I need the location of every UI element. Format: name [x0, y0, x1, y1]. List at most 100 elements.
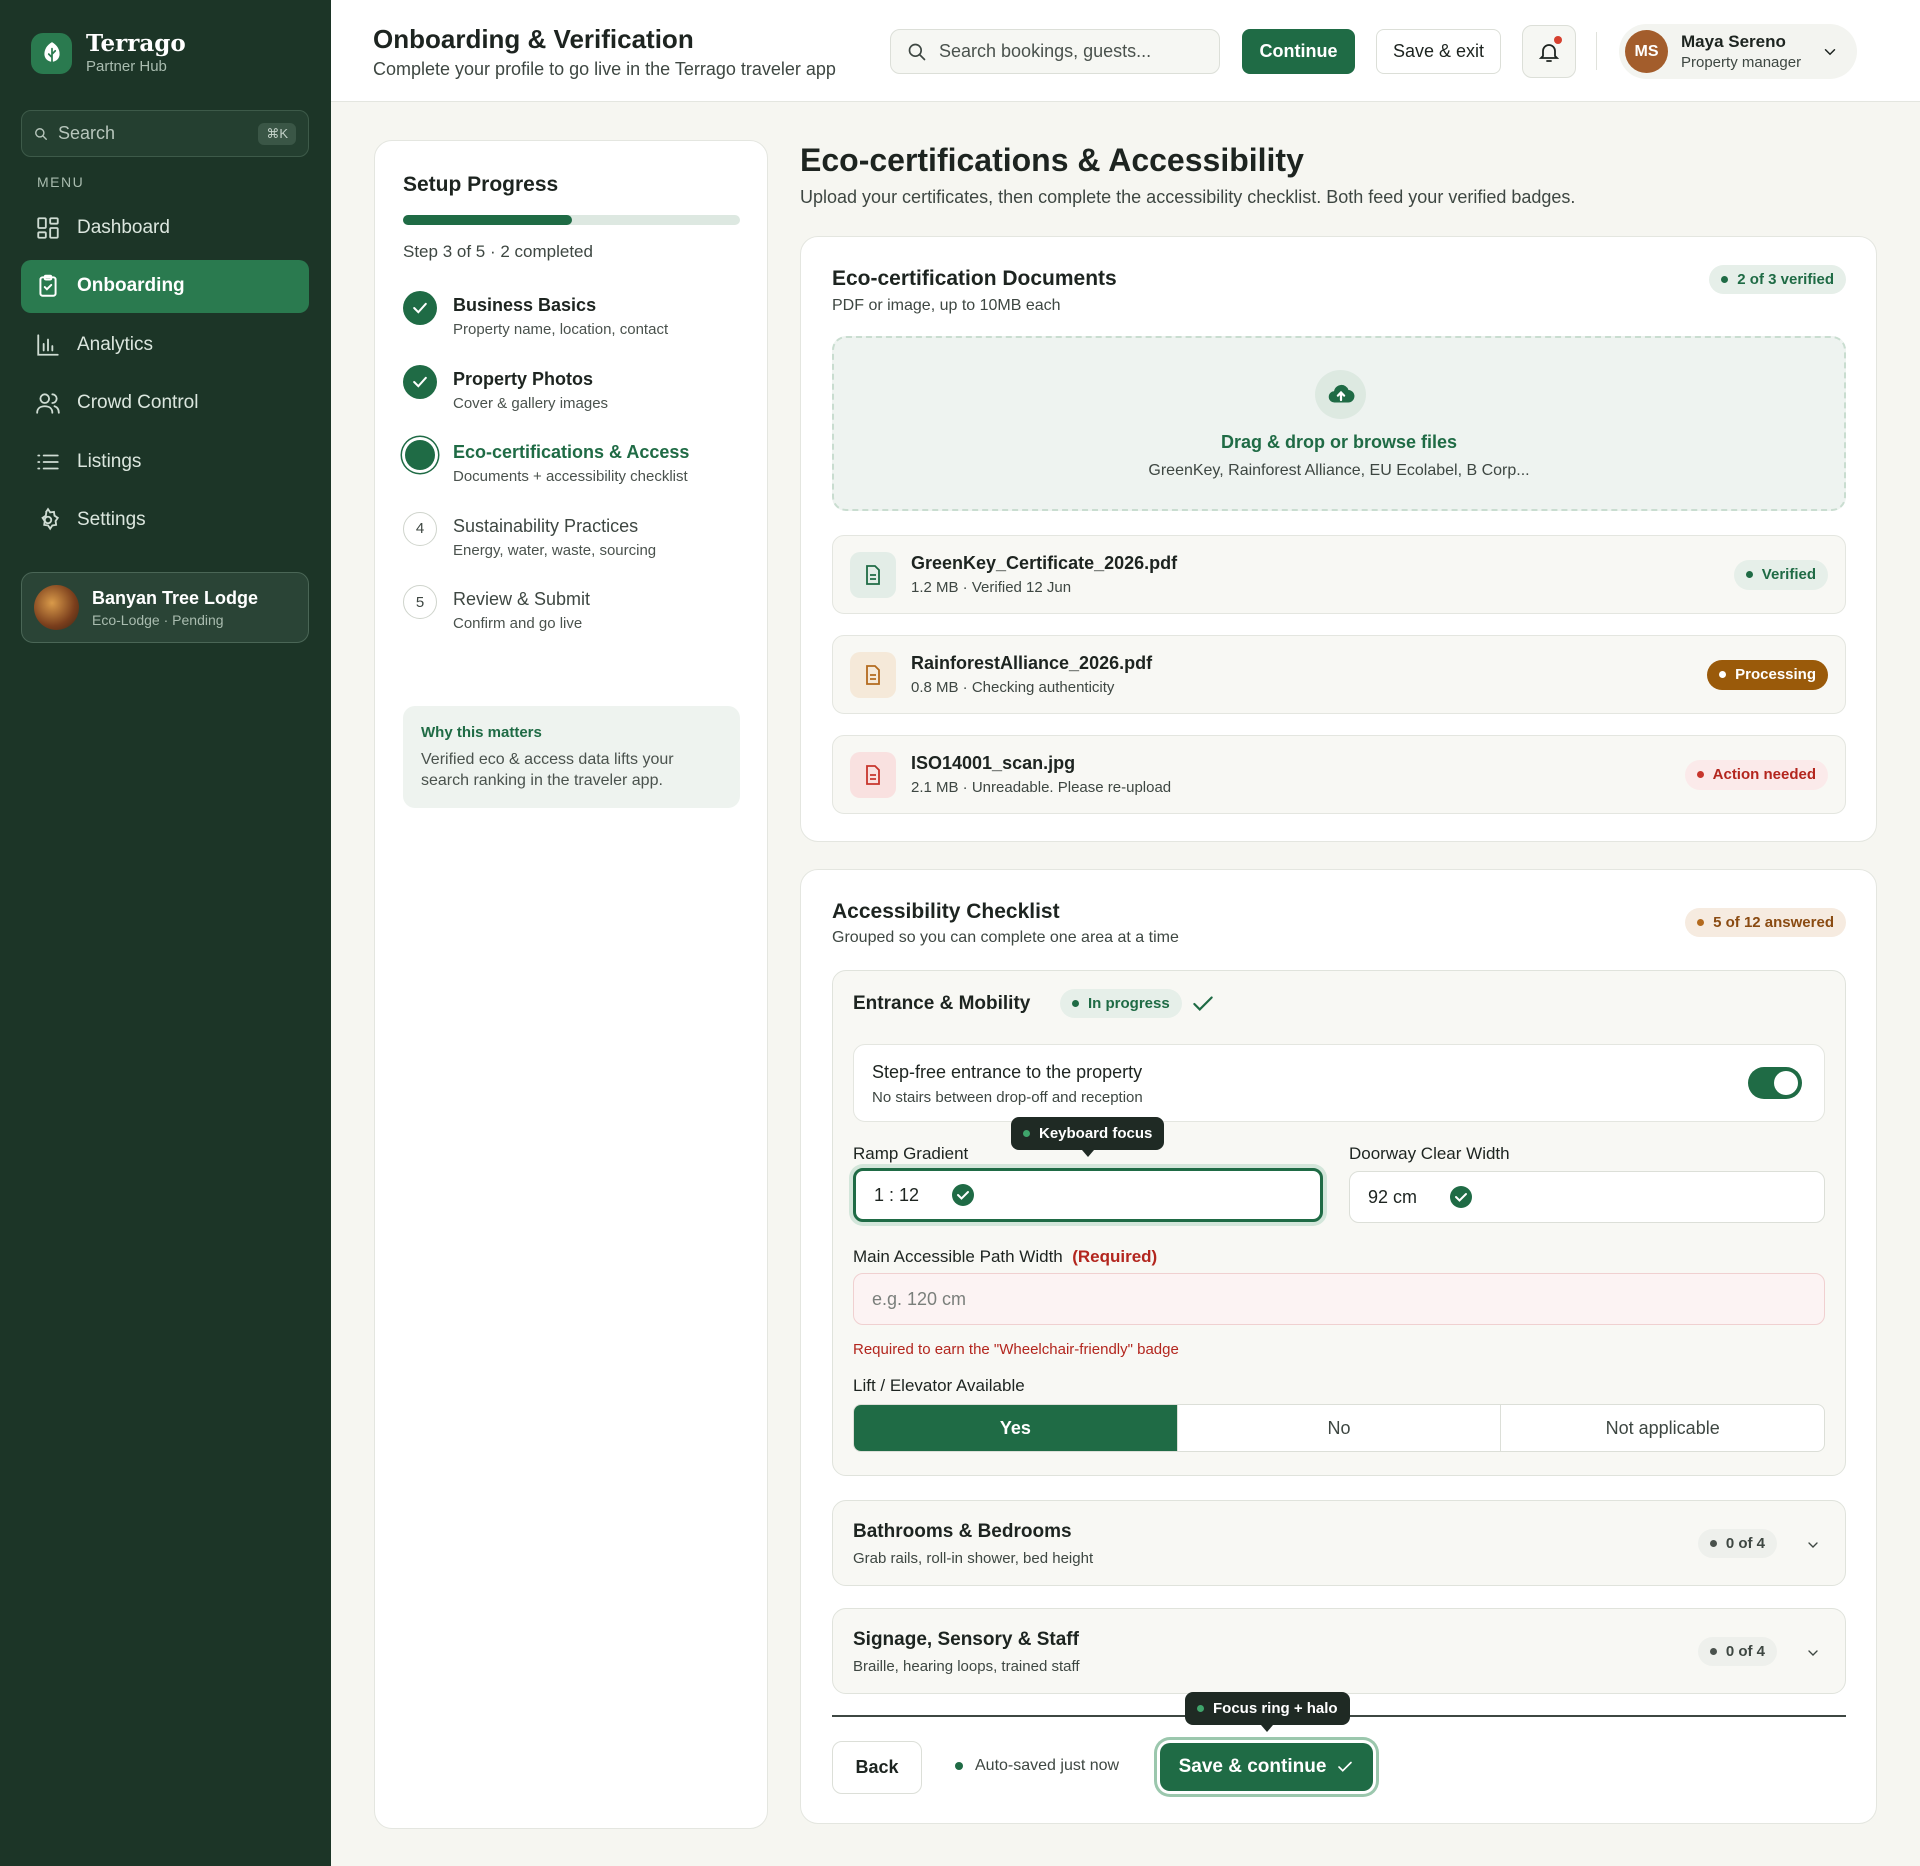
step-desc: Energy, water, waste, sourcing — [453, 541, 657, 559]
progress-step-text: Step 3 of 5 · 2 completed — [403, 242, 593, 261]
step-desc: Documents + accessibility checklist — [453, 468, 688, 485]
step-eco-certifications[interactable]: Eco-certifications & Access Documents + a… — [403, 438, 689, 512]
property-name: Banyan Tree Lodge — [92, 587, 259, 608]
progress-bar — [403, 215, 740, 225]
sidebar-item-analytics[interactable]: Analytics — [21, 318, 309, 371]
sidebar-item-settings[interactable]: Settings — [21, 494, 309, 547]
eco-documents-card: Eco-certification Documents PDF or image… — [800, 236, 1877, 842]
card-subtitle: Grouped so you can complete one area at … — [832, 929, 1179, 946]
file-row[interactable]: ISO14001_scan.jpg 2.1 MB · Unreadable. Pl… — [832, 735, 1846, 814]
autosave-text: Auto-saved just now — [975, 1757, 1120, 1774]
required-marker: (Required) — [1072, 1247, 1158, 1266]
keyboard-focus-tooltip: Keyboard focus — [1011, 1117, 1165, 1157]
path-width-label: Main Accessible Path Width (Required) — [853, 1247, 1157, 1267]
chevron-down-icon[interactable] — [1805, 1537, 1821, 1553]
sidebar-item-label: Dashboard — [77, 216, 170, 238]
continue-button[interactable]: Continue — [1242, 29, 1355, 74]
sidebar-item-dashboard[interactable]: Dashboard — [21, 201, 309, 254]
search-icon — [908, 43, 926, 60]
group-title: Bathrooms & Bedrooms — [853, 1521, 1072, 1542]
file-name: ISO14001_scan.jpg — [911, 753, 1076, 773]
brand-subtitle: Partner Hub — [86, 58, 167, 75]
lift-option-not-applicable[interactable]: Not applicable — [1500, 1405, 1824, 1451]
path-width-error: Required to earn the "Wheelchair-friendl… — [853, 1341, 1179, 1358]
brand-name: Terrago — [86, 30, 186, 57]
save-exit-button[interactable]: Save & exit — [1376, 29, 1501, 74]
list-icon — [37, 454, 59, 470]
step-free-entrance-row: Step-free entrance to the property No st… — [853, 1044, 1825, 1122]
file-row[interactable]: GreenKey_Certificate_2026.pdf 1.2 MB · Ve… — [832, 535, 1846, 614]
step-sustainability[interactable]: 4 Sustainability Practices Energy, water,… — [403, 511, 689, 586]
users-icon — [36, 393, 60, 414]
lift-option-yes[interactable]: Yes — [854, 1405, 1177, 1451]
group-title[interactable]: Entrance & Mobility — [853, 993, 1030, 1015]
button-label: Save & continue — [1178, 1756, 1327, 1777]
current-step-dot-icon — [405, 440, 435, 470]
notifications-button[interactable] — [1522, 25, 1576, 78]
count-badge: 0 of 4 — [1697, 1529, 1777, 1558]
path-width-input[interactable]: e.g. 120 cm — [853, 1273, 1825, 1325]
check-circle-icon — [952, 1184, 975, 1206]
user-menu[interactable]: MS Maya Sereno Property manager — [1619, 24, 1857, 79]
badge-text: 0 of 4 — [1725, 1535, 1765, 1552]
step-number: 5 — [403, 585, 437, 619]
status-badge: Verified — [1733, 559, 1828, 590]
global-search-input[interactable]: Search bookings, guests... — [890, 29, 1220, 74]
user-name: Maya Sereno — [1681, 32, 1786, 51]
doorway-width-input[interactable]: 92 cm — [1349, 1171, 1825, 1223]
brand[interactable]: Terrago Partner Hub — [31, 31, 186, 75]
bar-chart-icon — [37, 334, 59, 356]
lift-option-no[interactable]: No — [1176, 1405, 1501, 1451]
in-progress-badge: In progress — [1060, 989, 1182, 1018]
sidebar-nav: Dashboard Onboarding Analytics Crowd Con… — [21, 201, 309, 553]
section-title: Eco-certifications & Accessibility — [800, 142, 1304, 178]
save-continue-button[interactable]: Save & continue — [1160, 1743, 1373, 1791]
step-property-photos[interactable]: Property Photos Cover & gallery images — [403, 364, 689, 439]
sidebar-item-label: Crowd Control — [77, 392, 199, 414]
check-icon — [1193, 996, 1213, 1011]
ramp-gradient-input[interactable]: 1 : 12 — [853, 1168, 1323, 1222]
sidebar-item-listings[interactable]: Listings — [21, 435, 309, 488]
group-desc: Braille, hearing loops, trained staff — [853, 1658, 1080, 1675]
toggle-title: Step-free entrance to the property — [872, 1062, 1143, 1082]
check-circle-icon — [1450, 1186, 1473, 1208]
step-number: 4 — [403, 511, 437, 546]
sidebar-search-placeholder: Search — [58, 123, 116, 143]
doorway-width-label: Doorway Clear Width — [1349, 1144, 1510, 1163]
autosave-status: Auto-saved just now — [955, 1757, 1119, 1775]
input-placeholder: e.g. 120 cm — [872, 1288, 967, 1309]
step-business-basics[interactable]: Business Basics Property name, location, … — [403, 291, 689, 365]
accessibility-checklist-card: Accessibility Checklist Grouped so you c… — [800, 869, 1877, 1824]
group-signage-sensory-staff[interactable]: Signage, Sensory & Staff Braille, hearin… — [832, 1608, 1846, 1694]
input-value: 1 : 12 — [874, 1184, 920, 1205]
tooltip-text: Keyboard focus — [1039, 1125, 1153, 1142]
sidebar-search-input[interactable]: Search ⌘K — [21, 110, 309, 157]
sidebar-item-crowd-control[interactable]: Crowd Control — [21, 377, 309, 430]
file-dropzone[interactable]: Drag & drop or browse files GreenKey, Ra… — [832, 336, 1846, 511]
progress-bar-fill — [403, 215, 572, 225]
step-free-entrance-toggle[interactable] — [1748, 1067, 1802, 1099]
file-meta: 1.2 MB · Verified 12 Jun — [911, 579, 1072, 596]
badge-text: In progress — [1088, 995, 1170, 1012]
back-button[interactable]: Back — [832, 1741, 922, 1794]
file-row[interactable]: RainforestAlliance_2026.pdf 0.8 MB · Chec… — [832, 635, 1846, 714]
property-status: Eco-Lodge · Pending — [92, 611, 224, 628]
search-icon — [35, 127, 47, 140]
step-title: Eco-certifications & Access — [453, 442, 690, 462]
property-avatar — [34, 585, 79, 630]
dropzone-title[interactable]: Drag & drop or browse files — [834, 432, 1844, 453]
status-badge: Processing — [1707, 659, 1828, 690]
dropzone-desc: GreenKey, Rainforest Alliance, EU Ecolab… — [1148, 462, 1530, 479]
group-title: Signage, Sensory & Staff — [853, 1629, 1079, 1650]
check-circle-icon — [403, 364, 437, 399]
group-bathrooms-bedrooms[interactable]: Bathrooms & Bedrooms Grab rails, roll-in… — [832, 1500, 1846, 1586]
lift-label: Lift / Elevator Available — [853, 1376, 1025, 1395]
step-review-submit[interactable]: 5 Review & Submit Confirm and go live — [403, 585, 689, 659]
sidebar-item-onboarding[interactable]: Onboarding — [21, 259, 309, 313]
status-text: Action needed — [1712, 766, 1816, 783]
verified-count-badge: 2 of 3 verified — [1709, 265, 1846, 294]
chevron-down-icon[interactable] — [1805, 1645, 1821, 1661]
cloud-upload-icon — [1315, 370, 1366, 419]
badge-text: 0 of 4 — [1725, 1643, 1765, 1660]
property-switcher[interactable]: Banyan Tree Lodge Eco-Lodge · Pending — [21, 572, 309, 643]
